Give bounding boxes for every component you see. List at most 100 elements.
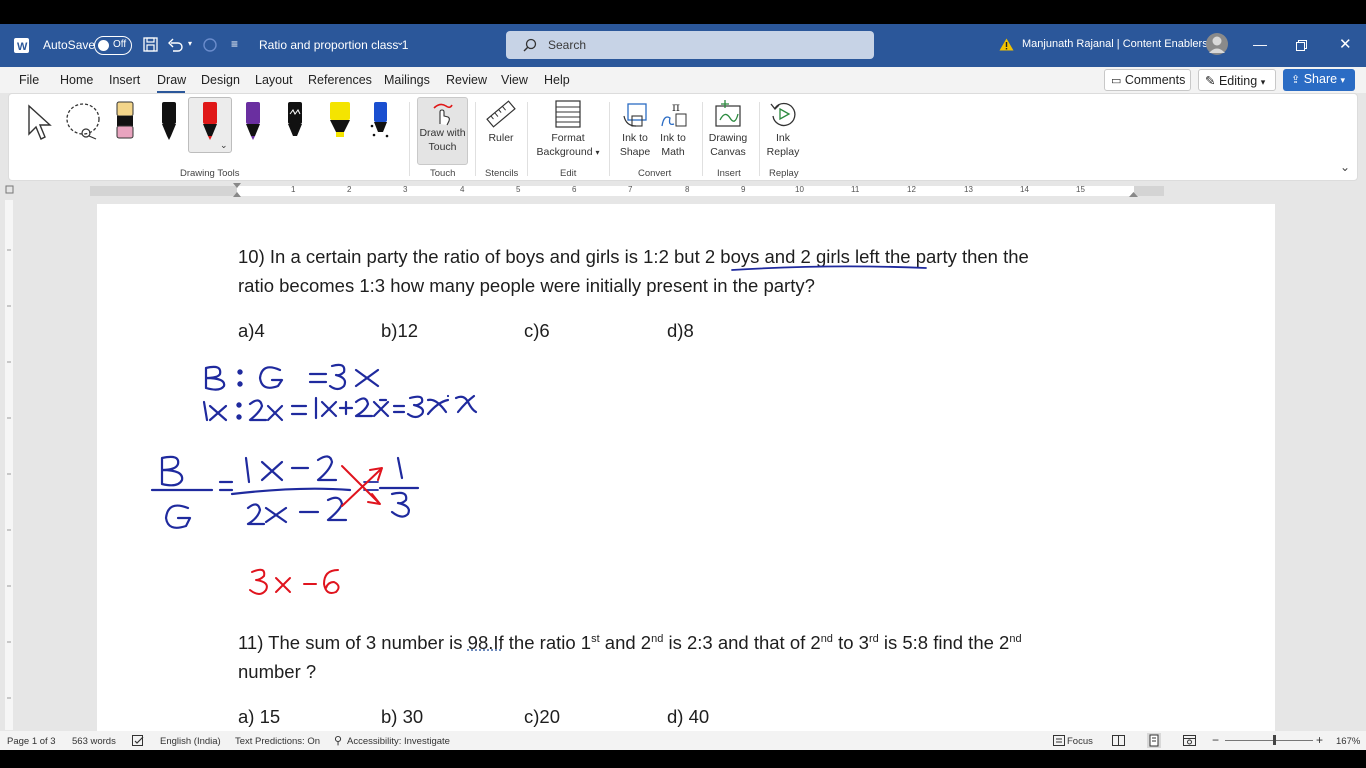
collapse-ribbon-chevron-icon[interactable]: ⌄ bbox=[1340, 160, 1350, 174]
search-box[interactable]: Search bbox=[506, 31, 874, 59]
black-pen-icon[interactable] bbox=[159, 100, 179, 142]
restore-icon[interactable] bbox=[1296, 40, 1307, 51]
question-10-line-1[interactable]: 10) In a certain party the ratio of boys… bbox=[238, 246, 1029, 268]
undo-dropdown-icon[interactable]: ▾ bbox=[188, 39, 192, 48]
pen-options-chevron-icon[interactable]: ⌄ bbox=[220, 140, 228, 151]
tab-draw[interactable]: Draw bbox=[157, 73, 186, 87]
q11-option-b[interactable]: b) 30 bbox=[381, 706, 423, 728]
highlighter-icon[interactable] bbox=[327, 100, 353, 142]
zoom-level[interactable]: 167% bbox=[1336, 736, 1360, 747]
focus-label[interactable]: Focus bbox=[1067, 736, 1093, 747]
tab-file[interactable]: File bbox=[19, 73, 39, 87]
vertical-ruler-track bbox=[5, 200, 13, 730]
eraser-icon[interactable] bbox=[115, 100, 135, 142]
zoom-in-icon[interactable]: + bbox=[1316, 733, 1323, 747]
text-predictions[interactable]: Text Predictions: On bbox=[235, 736, 320, 747]
ruler-icon[interactable] bbox=[485, 100, 517, 128]
ruler-number: 4 bbox=[460, 185, 465, 194]
draw-with-touch-button[interactable]: Draw with Touch bbox=[417, 97, 468, 165]
print-layout-icon[interactable] bbox=[1147, 733, 1161, 748]
read-mode-icon[interactable] bbox=[1112, 735, 1125, 746]
undo-icon[interactable] bbox=[167, 37, 183, 52]
web-layout-icon[interactable] bbox=[1183, 735, 1196, 746]
customize-qat-icon[interactable]: ≡ bbox=[231, 37, 238, 51]
zoom-slider-thumb[interactable] bbox=[1273, 735, 1276, 745]
q10-option-b[interactable]: b)12 bbox=[381, 320, 418, 342]
user-name[interactable]: Manjunath Rajanal | Content Enablers bbox=[1022, 38, 1208, 50]
pencil-icon: ✎ bbox=[1205, 74, 1216, 88]
purple-pen-icon[interactable] bbox=[243, 100, 263, 142]
word-count[interactable]: 563 words bbox=[72, 736, 116, 747]
drawing-canvas-icon[interactable] bbox=[714, 100, 742, 128]
ink-to-shape-label[interactable]: Ink to Shape bbox=[617, 131, 653, 159]
q10-option-d[interactable]: d)8 bbox=[667, 320, 694, 342]
touch-icon bbox=[433, 103, 453, 126]
page-count[interactable]: Page 1 of 3 bbox=[7, 736, 56, 747]
ruler-number: 15 bbox=[1076, 185, 1085, 194]
red-pen-icon[interactable] bbox=[200, 100, 220, 142]
redo-icon[interactable] bbox=[202, 37, 218, 53]
ink-to-math-icon[interactable]: π bbox=[660, 100, 688, 128]
q11-option-a[interactable]: a) 15 bbox=[238, 706, 280, 728]
tab-review[interactable]: Review bbox=[446, 73, 487, 87]
question-10-line-2[interactable]: ratio becomes 1:3 how many people were i… bbox=[238, 275, 815, 297]
zoom-out-icon[interactable]: − bbox=[1212, 733, 1219, 747]
select-objects-icon[interactable] bbox=[26, 104, 54, 142]
question-11-line-1[interactable]: 11) The sum of 3 number is 98.If the rat… bbox=[238, 632, 1022, 654]
share-button[interactable]: ⇪ Share ▾ bbox=[1283, 69, 1355, 91]
comments-button[interactable]: ▭ Comments bbox=[1104, 69, 1191, 91]
tab-view[interactable]: View bbox=[501, 73, 528, 87]
tab-references[interactable]: References bbox=[308, 73, 372, 87]
q11-option-d[interactable]: d) 40 bbox=[667, 706, 709, 728]
document-title[interactable]: Ratio and proportion class 1 bbox=[259, 38, 408, 52]
save-icon[interactable] bbox=[143, 37, 158, 52]
tab-home[interactable]: Home bbox=[60, 73, 93, 87]
document-page[interactable]: 10) In a certain party the ratio of boys… bbox=[97, 204, 1275, 736]
tab-insert[interactable]: Insert bbox=[109, 73, 140, 87]
ruler-label[interactable]: Ruler bbox=[485, 131, 517, 145]
horizontal-ruler[interactable]: 1 2 3 4 5 6 7 8 9 10 11 12 13 14 15 bbox=[0, 183, 1366, 199]
draw-with-touch-label: Draw with Touch bbox=[419, 127, 466, 153]
accessibility-icon[interactable]: ⚲ bbox=[334, 734, 342, 747]
zoom-slider[interactable] bbox=[1225, 740, 1313, 741]
proofing-icon[interactable] bbox=[132, 735, 145, 746]
group-drawing-tools: Drawing Tools bbox=[180, 168, 240, 179]
ruler-number: 7 bbox=[628, 185, 633, 194]
accessibility-status[interactable]: Accessibility: Investigate bbox=[347, 736, 450, 747]
language[interactable]: English (India) bbox=[160, 736, 221, 747]
share-chevron-icon: ▾ bbox=[1340, 75, 1346, 85]
avatar[interactable] bbox=[1206, 33, 1228, 55]
group-separator bbox=[527, 102, 528, 176]
tab-mailings[interactable]: Mailings bbox=[384, 73, 430, 87]
ink-replay-label[interactable]: Ink Replay bbox=[763, 131, 803, 159]
question-11-line-2[interactable]: number ? bbox=[238, 661, 316, 683]
lasso-select-icon[interactable] bbox=[64, 102, 104, 142]
vertical-ruler[interactable] bbox=[0, 200, 16, 730]
ink-to-math-label[interactable]: Ink to Math bbox=[655, 131, 691, 159]
editing-label: Editing bbox=[1218, 74, 1258, 88]
sparkle-pen-icon[interactable] bbox=[369, 100, 391, 142]
galaxy-pen-icon[interactable] bbox=[285, 100, 305, 142]
title-chevron-icon[interactable]: ⌄ bbox=[396, 37, 404, 48]
focus-icon[interactable] bbox=[1053, 735, 1065, 746]
minimize-icon[interactable]: — bbox=[1253, 36, 1267, 52]
drawing-canvas-label[interactable]: Drawing Canvas bbox=[706, 131, 750, 159]
close-icon[interactable]: ✕ bbox=[1339, 35, 1352, 53]
q11-option-c[interactable]: c)20 bbox=[524, 706, 560, 728]
q10-option-c[interactable]: c)6 bbox=[524, 320, 550, 342]
q10-option-a[interactable]: a)4 bbox=[238, 320, 265, 342]
ruler-number: 3 bbox=[403, 185, 408, 194]
ink-replay-icon[interactable] bbox=[769, 100, 797, 128]
format-background-label[interactable]: Format Background ▾ bbox=[535, 131, 601, 160]
format-background-icon[interactable] bbox=[555, 100, 581, 128]
tab-design[interactable]: Design bbox=[201, 73, 240, 87]
word-window: W AutoSave Off ▾ ≡ Ratio and proportion … bbox=[0, 0, 1366, 768]
ruler-track bbox=[5, 183, 1164, 197]
autosave-state: Off bbox=[113, 39, 127, 50]
editing-button[interactable]: ✎ Editing ▾ bbox=[1198, 69, 1276, 91]
group-separator bbox=[609, 102, 610, 176]
tab-help[interactable]: Help bbox=[544, 73, 570, 87]
ink-to-shape-icon[interactable] bbox=[622, 100, 650, 128]
tab-layout[interactable]: Layout bbox=[255, 73, 293, 87]
autosave-toggle[interactable]: Off bbox=[94, 36, 132, 55]
